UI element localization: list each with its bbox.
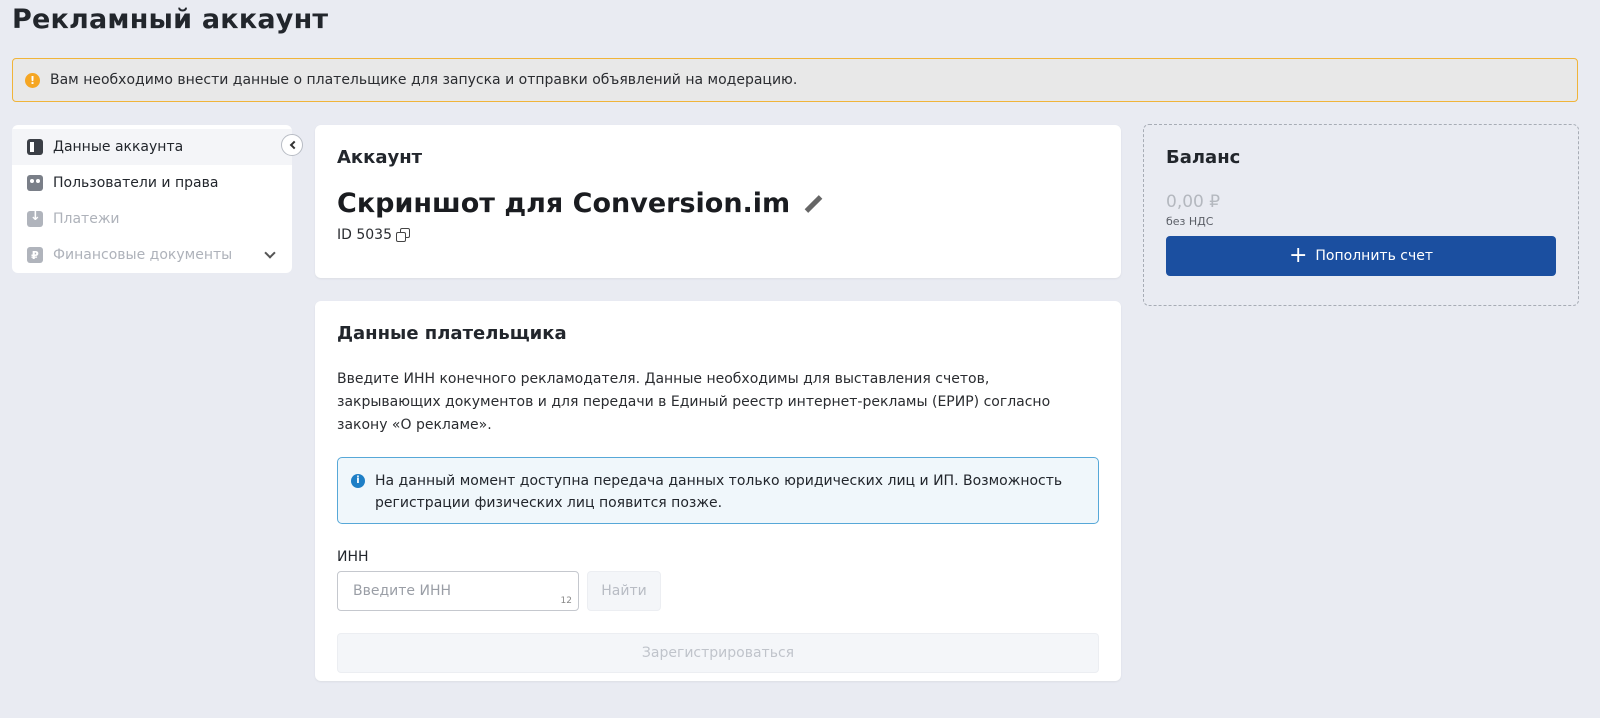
sidebar-item-label: Данные аккаунта	[53, 139, 184, 155]
balance-card: Баланс 0,00 ₽ без НДС + Пополнить счет	[1143, 124, 1579, 306]
ruble-icon: ₽	[27, 247, 43, 263]
page-title: Рекламный аккаунт	[12, 4, 329, 35]
moderation-alert: ! Вам необходимо внести данные о платель…	[12, 58, 1578, 102]
sidebar-item-payments[interactable]: Платежи	[12, 201, 292, 237]
payments-icon	[27, 209, 43, 227]
account-icon	[27, 139, 43, 155]
info-box: i На данный момент доступна передача дан…	[337, 457, 1099, 524]
info-text: На данный момент доступна передача данны…	[375, 473, 1063, 511]
balance-amount: 0,00 ₽	[1166, 192, 1221, 212]
copy-icon[interactable]	[396, 228, 410, 242]
sidebar: Данные аккаунта Пользователи и права Пла…	[12, 125, 292, 273]
vat-note: без НДС	[1166, 215, 1214, 228]
inn-label: ИНН	[337, 549, 369, 565]
inn-input[interactable]	[337, 571, 579, 611]
payer-description: Введите ИНН конечного рекламодателя. Дан…	[337, 371, 1051, 433]
register-button[interactable]: Зарегистрироваться	[337, 633, 1099, 673]
sidebar-item-account-data[interactable]: Данные аккаунта	[12, 129, 292, 165]
payer-card: Данные плательщика Введите ИНН конечного…	[315, 301, 1121, 681]
account-heading: Аккаунт	[337, 147, 423, 168]
info-icon: i	[351, 474, 365, 488]
topup-button[interactable]: + Пополнить счет	[1166, 236, 1556, 276]
account-name: Скриншот для Conversion.im	[337, 188, 791, 219]
pencil-icon[interactable]	[802, 193, 824, 215]
alert-text: Вам необходимо внести данные о плательщи…	[50, 72, 798, 88]
sidebar-item-financial-documents[interactable]: ₽ Финансовые документы	[12, 237, 292, 273]
chevron-left-icon	[289, 140, 298, 150]
warning-icon: !	[25, 72, 40, 88]
users-icon	[27, 175, 43, 191]
inn-char-counter: 12	[560, 596, 572, 606]
account-id: ID 5035	[337, 227, 392, 243]
collapse-sidebar-button[interactable]	[281, 134, 303, 156]
chevron-down-icon[interactable]	[264, 247, 276, 259]
balance-heading: Баланс	[1166, 147, 1241, 168]
find-button[interactable]: Найти	[587, 571, 661, 611]
account-card: Аккаунт Скриншот для Conversion.im ID 50…	[315, 125, 1121, 278]
payer-heading: Данные плательщика	[337, 323, 567, 344]
sidebar-item-users[interactable]: Пользователи и права	[12, 165, 292, 201]
sidebar-item-label: Пользователи и права	[53, 175, 219, 191]
topup-label: Пополнить счет	[1315, 248, 1434, 264]
sidebar-item-label: Платежи	[53, 211, 120, 227]
sidebar-item-label: Финансовые документы	[53, 247, 233, 263]
plus-icon: +	[1288, 243, 1308, 268]
